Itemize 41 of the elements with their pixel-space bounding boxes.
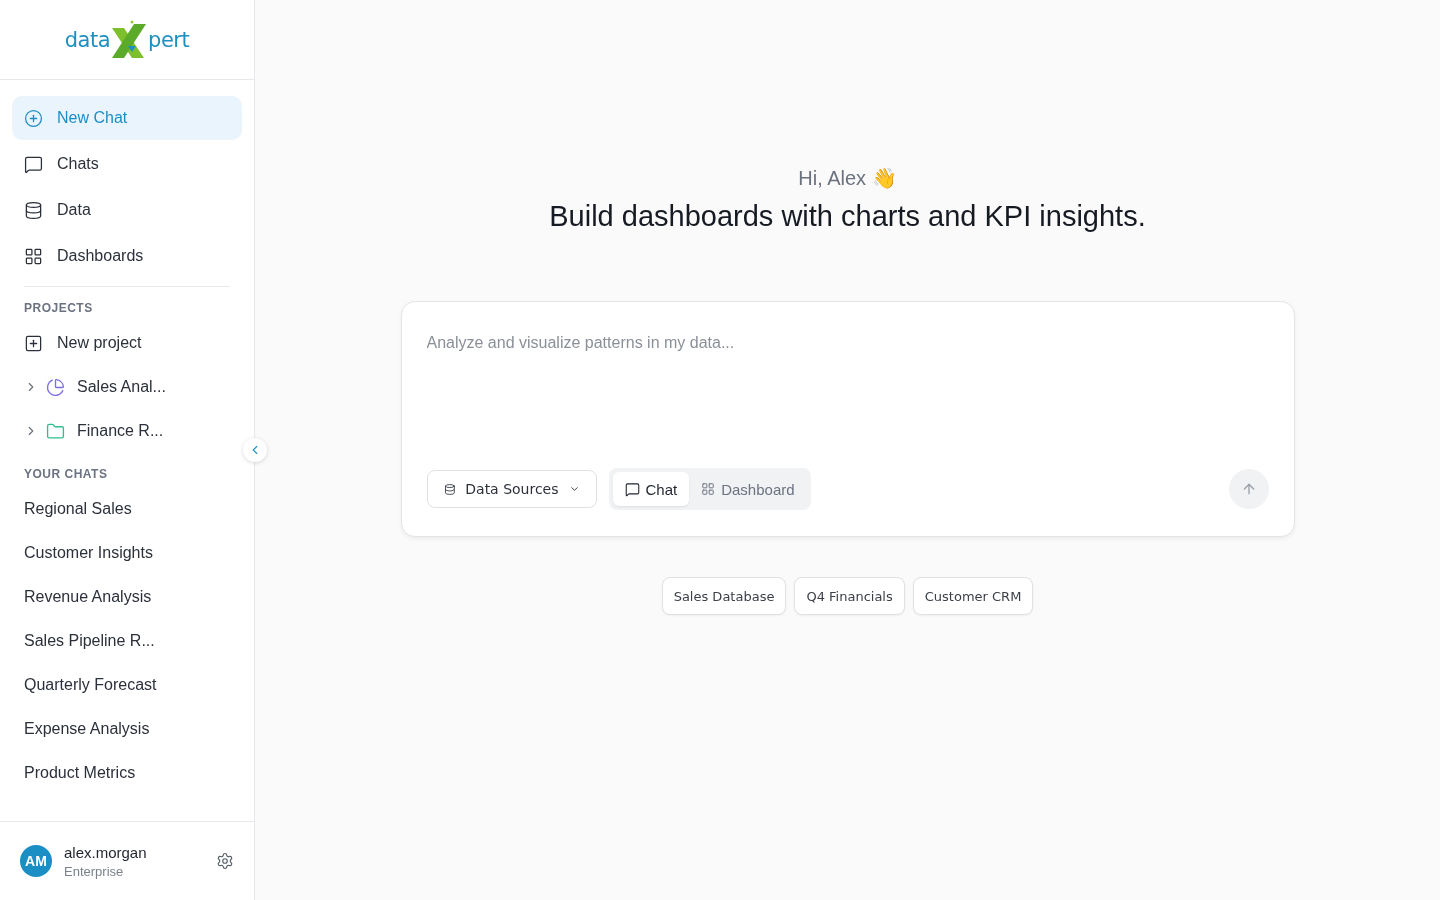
suggestion-chip[interactable]: Sales Database	[661, 577, 787, 615]
database-icon	[24, 200, 43, 220]
suggestion-chip[interactable]: Customer CRM	[912, 577, 1034, 615]
send-button[interactable]	[1228, 469, 1269, 509]
plus-circle-icon	[24, 108, 43, 128]
headline: Build dashboards with charts and KPI insights.	[549, 200, 1146, 233]
logo-text: pert	[148, 27, 190, 52]
section-heading: YOUR CHATS	[23, 467, 109, 481]
chat-item[interactable]: Sales Pipeline R...	[12, 619, 242, 663]
user-plan: Enterprise	[64, 863, 125, 879]
nav-item[interactable]: Dashboards	[12, 234, 242, 278]
project-item[interactable]: Sales Anal...	[12, 365, 242, 409]
chat-item[interactable]: Product Metrics	[12, 751, 242, 795]
logo-text: data	[64, 27, 111, 52]
chat-item[interactable]: Expense Analysis	[12, 707, 242, 751]
chat-item[interactable]: Quarterly Forecast	[12, 663, 242, 707]
database-icon	[443, 481, 456, 497]
section-heading: PROJECTS	[23, 301, 94, 315]
user-name: alex.morgan	[64, 843, 148, 861]
grid-icon	[701, 482, 716, 496]
logo-mark-icon	[110, 19, 149, 60]
collapse-sidebar-button[interactable]	[243, 438, 267, 462]
chat-bubble-icon	[24, 154, 43, 174]
greeting: Hi, Alex 👋	[798, 166, 897, 190]
plus-square-icon	[24, 333, 43, 353]
nav-item[interactable]: Chats	[12, 142, 242, 186]
nav-item[interactable]: Data	[12, 188, 242, 232]
prompt-box[interactable]: Analyze and visualize patterns in my data... Data Sources Chat Dashboard	[400, 301, 1295, 537]
chat-item[interactable]: Customer Insights	[12, 531, 242, 575]
settings-icon[interactable]	[216, 852, 234, 870]
data-sources-dropdown[interactable]: Data Sources	[426, 470, 597, 508]
chat-item[interactable]: Revenue Analysis	[12, 575, 242, 619]
chat-bubble-icon	[624, 481, 640, 497]
suggestion-chip[interactable]: Q4 Financials	[794, 577, 905, 615]
chat-item[interactable]: Regional Sales	[12, 487, 242, 531]
new-project-item[interactable]: New project	[12, 321, 242, 365]
user-avatar: AM	[20, 845, 52, 877]
project-item[interactable]: Finance R...	[12, 409, 242, 453]
mode-tab[interactable]: Dashboard	[689, 472, 807, 506]
mode-tab[interactable]: Chat	[612, 472, 690, 506]
grid-icon	[24, 246, 43, 266]
